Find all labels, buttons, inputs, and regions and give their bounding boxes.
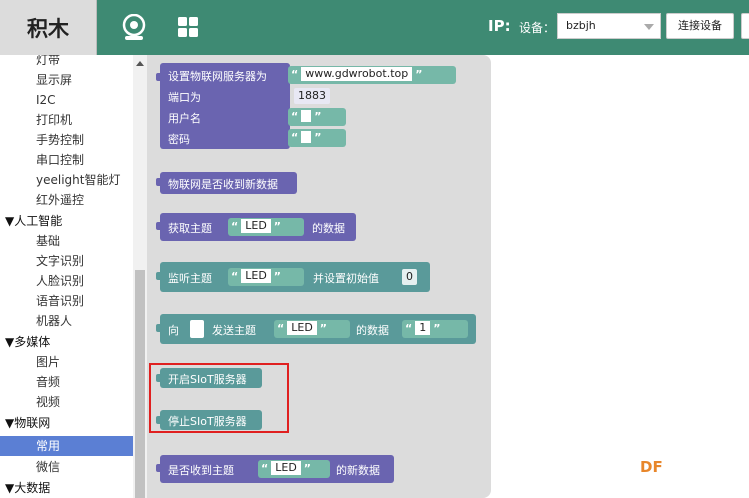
sidebar-item-wechat[interactable]: 微信 [0,457,133,477]
sidebar-category-multimedia[interactable]: ▼多媒体 [0,332,133,352]
scroll-up-icon[interactable] [136,61,144,66]
send-value-string-block[interactable]: “1” [402,320,468,338]
sidebar-item-serial[interactable]: 串口控制 [0,150,133,170]
sidebar-item-video[interactable]: 视频 [0,392,133,412]
top-bar: 积木 IP: 设备： bzbjh 连接设备 [0,0,749,55]
send-value-input[interactable]: 1 [415,321,431,335]
password-label: 密码 [168,133,190,146]
sidebar-item-text-recognition[interactable]: 文字识别 [0,251,133,271]
sidebar-category-big-data[interactable]: ▼大数据 [0,478,133,498]
sidebar-item-gesture[interactable]: 手势控制 [0,130,133,150]
server-string-block[interactable]: “www.gdwrobot.top” [288,66,456,84]
app-logo: 积木 [0,0,97,55]
sidebar-scrollbar[interactable] [133,55,147,498]
iot-received-block[interactable]: 物联网是否收到新数据 [156,172,297,194]
listen-topic-input[interactable]: LED [241,269,271,283]
ip-label: IP: [488,17,511,35]
password-string-block[interactable]: “” [288,129,346,147]
device-label: 设备： [519,21,556,35]
sidebar-item-common[interactable]: 常用 [0,436,133,456]
sidebar-item-light-strip[interactable]: 灯带 [0,55,133,70]
username-string-block[interactable]: “” [288,108,346,126]
port-input[interactable]: 1883 [294,88,330,104]
password-input[interactable] [301,131,312,143]
send-topic-input[interactable]: LED [287,321,317,335]
listen-topic-string-block[interactable]: “LED” [228,268,304,286]
toolbar-extra-button[interactable] [741,13,749,39]
sidebar-item-printer[interactable]: 打印机 [0,110,133,130]
send-topic-string-block[interactable]: “LED” [274,320,350,338]
get-topic-input[interactable]: LED [241,219,271,233]
server-input[interactable]: www.gdwrobot.top [301,67,413,81]
username-label: 用户名 [168,112,201,125]
sidebar-item-image[interactable]: 图片 [0,352,133,372]
sidebar-item-i2c[interactable]: I2C [0,90,133,110]
highlight-box [149,363,289,433]
connect-device-button[interactable]: 连接设备 [666,13,734,39]
topic-received-input[interactable]: LED [271,461,301,475]
sidebar-category-ai[interactable]: ▼人工智能 [0,211,133,231]
send-target-slot[interactable] [190,320,204,338]
get-topic-string-block[interactable]: “LED” [228,218,304,236]
username-input[interactable] [301,110,312,122]
sidebar-item-speech-recognition[interactable]: 语音识别 [0,291,133,311]
initial-value-input[interactable]: 0 [402,269,417,285]
set-server-label: 设置物联网服务器为 [168,70,267,83]
sidebar-item-face-recognition[interactable]: 人脸识别 [0,271,133,291]
scrollbar-thumb[interactable] [135,270,145,498]
sidebar-item-infrared[interactable]: 红外遥控 [0,190,133,210]
sidebar-item-audio[interactable]: 音频 [0,372,133,392]
sidebar-item-robot[interactable]: 机器人 [0,311,133,331]
topic-received-string-block[interactable]: “LED” [258,460,330,478]
set-iot-server-block[interactable]: 设置物联网服务器为 端口为 用户名 密码 [156,63,290,149]
sidebar-category-iot[interactable]: ▼物联网 [0,413,133,433]
watermark: DF [640,458,663,476]
sidebar-item-display[interactable]: 显示屏 [0,70,133,90]
sidebar-item-yeelight[interactable]: yeelight智能灯 [0,170,133,190]
device-select-value: bzbjh [566,19,596,32]
device-select[interactable]: bzbjh [557,13,661,39]
category-sidebar: 灯带 显示屏 I2C 打印机 手势控制 串口控制 yeelight智能灯 红外遥… [0,55,133,498]
chevron-down-icon [644,24,654,30]
grid-icon[interactable] [178,17,199,42]
sidebar-item-basic[interactable]: 基础 [0,231,133,251]
port-label: 端口为 [168,91,201,104]
webcam-icon[interactable] [120,13,148,46]
